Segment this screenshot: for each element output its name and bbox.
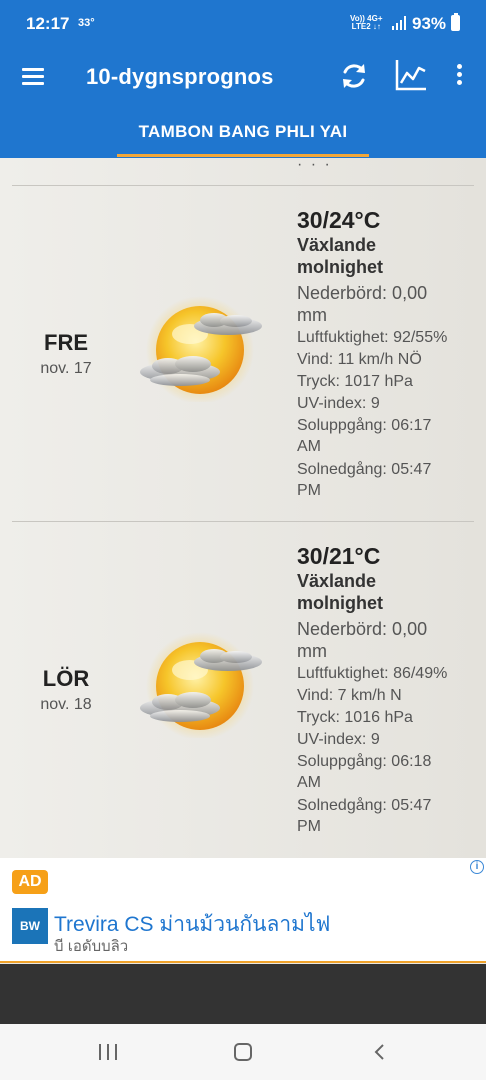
status-bar: 12:17 33° Vo)) 4G+ LTE2 ↓↑ 93% [0, 0, 486, 48]
system-nav-bar [0, 1024, 486, 1080]
forecast-details: 30/24°C Växlande molnighet Nederbörd: 0,… [297, 206, 477, 501]
condition-line: molnighet [297, 593, 383, 613]
sunrise-line: AM [297, 438, 321, 455]
sunrise-line: AM [297, 774, 321, 791]
sunset-line: Solnedgång: 05:47 [297, 797, 432, 814]
sunrise-line: Soluppgång: 06:18 [297, 753, 432, 770]
precipitation-line: Nederbörd: 0,00 [297, 619, 428, 639]
location-tab[interactable]: TAMBON BANG PHLI YAI [0, 122, 486, 142]
signal-icon [392, 16, 406, 30]
pressure: Tryck: 1017 hPa [297, 373, 413, 390]
app-bar: 10-dygnsprognos TAMBON BANG PHLI YAI [0, 48, 486, 158]
forecast-day[interactable]: FRE nov. 17 30/24°C Växlande molnighet N… [0, 186, 486, 522]
uv-index: UV-index: 9 [297, 395, 380, 412]
condition-line: Växlande [297, 235, 377, 255]
bottom-panel [0, 964, 486, 1024]
precipitation: Nederbörd: 0,00 mm [297, 618, 477, 662]
back-icon[interactable] [372, 1043, 388, 1061]
humidity: Luftfuktighet: 86/49% [297, 665, 448, 682]
sunset-line: PM [297, 482, 321, 499]
sunset: Solnedgång: 05:47 PM [297, 795, 477, 837]
forecast-list[interactable]: · · · FRE nov. 17 30/24°C Växlande molni… [0, 158, 486, 858]
day-name: LÖR [42, 666, 90, 691]
day-date: nov. 17 [40, 360, 92, 377]
network-indicator: Vo)) 4G+ LTE2 ↓↑ [350, 15, 383, 31]
sunset-line: PM [297, 818, 321, 835]
precipitation-line: Nederbörd: 0,00 [297, 283, 428, 303]
precipitation-line: mm [297, 641, 327, 661]
partly-cloudy-icon [140, 296, 262, 402]
home-icon[interactable] [234, 1043, 252, 1061]
forecast-day[interactable]: LÖR nov. 18 30/21°C Växlande molnighet N… [0, 522, 486, 858]
condition-text: Växlande molnighet [297, 570, 477, 614]
forecast-details: 30/21°C Växlande molnighet Nederbörd: 0,… [297, 542, 477, 837]
ad-accent-line [0, 961, 486, 963]
day-date: nov. 18 [40, 696, 92, 713]
more-options-icon[interactable] [452, 64, 466, 88]
precipitation-line: mm [297, 305, 327, 325]
ad-banner[interactable]: AD i BW Trevira CS ม่านม้วนกันลามไฟ บี เ… [0, 858, 486, 963]
pressure: Tryck: 1016 hPa [297, 709, 413, 726]
page-title: 10-dygnsprognos [86, 64, 274, 89]
tab-indicator [117, 154, 369, 157]
condition-text: Växlande molnighet [297, 234, 477, 278]
cut-off-text: · · · [297, 158, 332, 173]
sunset-line: Solnedgång: 05:47 [297, 461, 432, 478]
humidity: Luftfuktighet: 92/55% [297, 329, 448, 346]
ad-logo[interactable]: BW [12, 908, 48, 944]
temperature-range: 30/21°C [297, 543, 381, 569]
temperature-range: 30/24°C [297, 207, 381, 233]
status-temperature: 33° [78, 17, 95, 29]
network-bottom: LTE2 ↓↑ [351, 22, 381, 31]
battery-icon [451, 13, 460, 31]
day-name: FRE [44, 330, 88, 355]
menu-icon[interactable] [22, 68, 44, 85]
wind: Vind: 7 km/h N [297, 687, 402, 704]
sunrise: Soluppgång: 06:18 AM [297, 751, 477, 793]
sunrise-line: Soluppgång: 06:17 [297, 417, 432, 434]
precipitation: Nederbörd: 0,00 mm [297, 282, 477, 326]
sunrise: Soluppgång: 06:17 AM [297, 415, 477, 457]
refresh-icon[interactable] [338, 60, 370, 92]
wind: Vind: 11 km/h NÖ [297, 351, 422, 368]
uv-index: UV-index: 9 [297, 731, 380, 748]
chart-icon[interactable] [394, 58, 428, 92]
recent-apps-icon[interactable] [98, 1044, 118, 1060]
condition-line: molnighet [297, 257, 383, 277]
partly-cloudy-icon [140, 632, 262, 738]
ad-subtext[interactable]: บี เอดับบลิว [54, 934, 128, 958]
condition-line: Växlande [297, 571, 377, 591]
status-time: 12:17 [26, 14, 70, 33]
ad-badge: AD [12, 870, 48, 894]
battery-percent: 93% [412, 14, 447, 33]
ad-info-icon[interactable]: i [470, 860, 484, 874]
sunset: Solnedgång: 05:47 PM [297, 459, 477, 501]
